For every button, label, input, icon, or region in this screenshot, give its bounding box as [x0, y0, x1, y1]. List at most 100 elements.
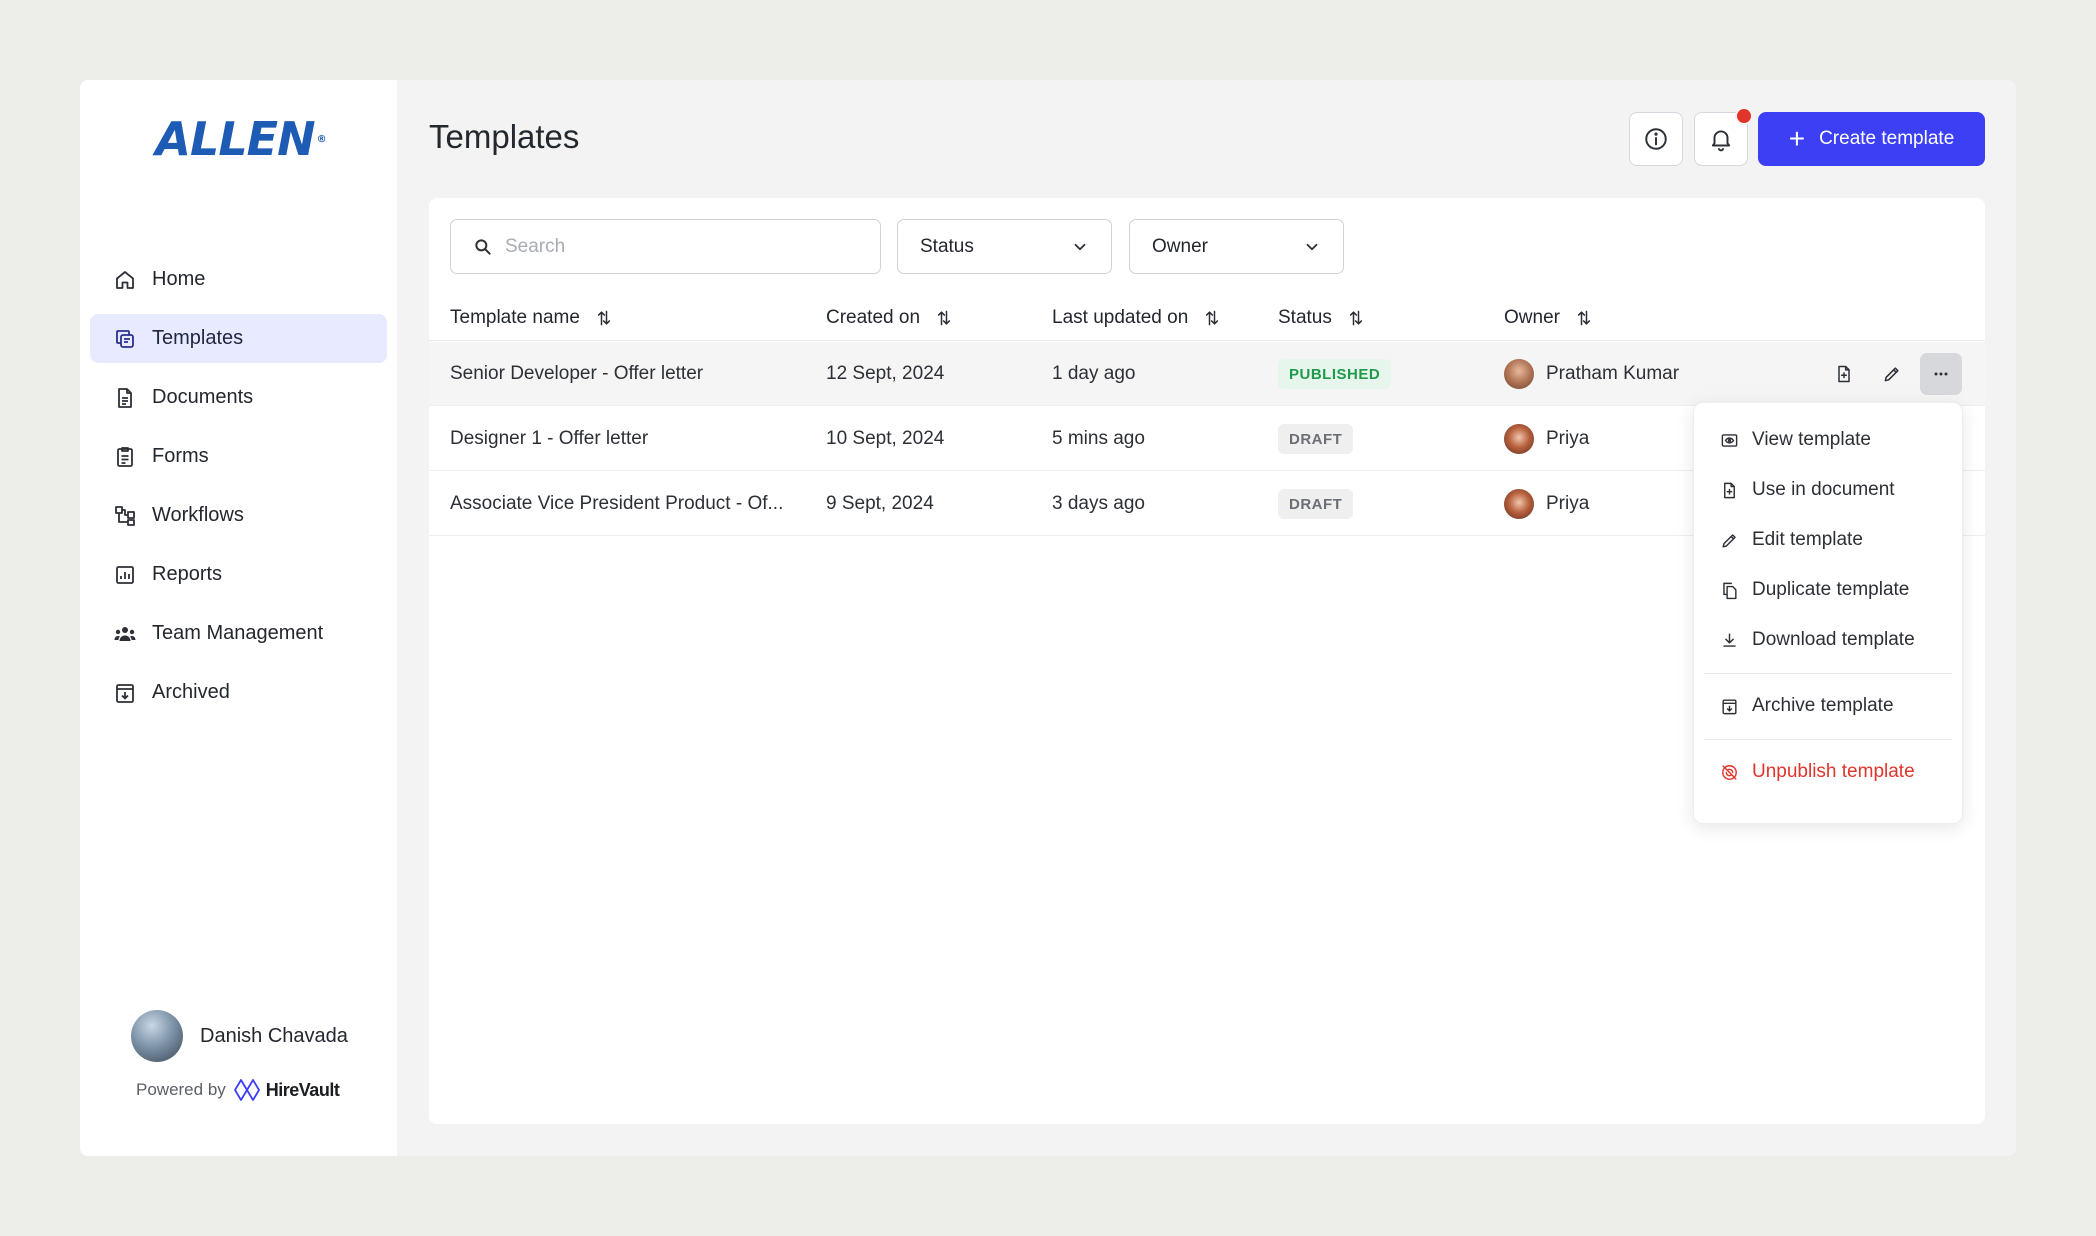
unpublish-icon [1722, 764, 1737, 780]
sidebar-item-label: Documents [152, 386, 254, 408]
plus-icon: + [1788, 123, 1806, 154]
menu-item-label: Use in document [1752, 479, 1895, 500]
created-on: 10 Sept, 2024 [826, 428, 945, 449]
column-created-on[interactable]: Created on [826, 296, 954, 340]
owner-filter[interactable]: Owner [1129, 219, 1344, 274]
template-name: Designer 1 - Offer letter [450, 428, 649, 449]
menu-item-label: Duplicate template [1752, 579, 1910, 600]
menu-item-unpublish-template[interactable]: Unpublish template [1694, 747, 1962, 797]
sidebar-item-workflows[interactable]: Workflows [90, 491, 387, 540]
owner-filter-label: Owner [1152, 235, 1208, 257]
sort-icon [1206, 310, 1219, 326]
menu-item-label: Edit template [1752, 529, 1863, 550]
search-input[interactable] [505, 235, 845, 258]
allen-logo[interactable]: ALLEN ® [155, 112, 326, 166]
user-profile[interactable]: Danish Chavada [131, 1010, 348, 1062]
created-on: 9 Sept, 2024 [826, 493, 934, 514]
last-updated: 1 day ago [1052, 363, 1136, 384]
column-label: Owner [1504, 307, 1560, 328]
column-template-name[interactable]: Template name [450, 296, 614, 340]
info-icon [1645, 128, 1667, 150]
sidebar-item-label: Team Management [152, 622, 324, 644]
info-button[interactable] [1629, 112, 1683, 166]
download-icon [1723, 632, 1736, 647]
reports-icon [112, 562, 138, 588]
last-updated: 5 mins ago [1052, 428, 1145, 449]
column-last-updated[interactable]: Last updated on [1052, 296, 1222, 340]
file-add-icon [1838, 365, 1850, 383]
archive-icon [1722, 698, 1737, 714]
status-filter-label: Status [920, 235, 974, 257]
forms-icon [112, 444, 138, 470]
sidebar-item-forms[interactable]: Forms [90, 432, 387, 481]
menu-item-label: Download template [1752, 629, 1915, 650]
menu-item-view-template[interactable]: View template [1694, 415, 1962, 465]
status-badge: PUBLISHED [1278, 359, 1392, 389]
use-in-document-button[interactable] [1823, 353, 1865, 395]
sidebar-item-templates[interactable]: Templates [90, 314, 387, 363]
avatar [1504, 489, 1534, 519]
status-badge: DRAFT [1278, 489, 1354, 519]
column-label: Last updated on [1052, 307, 1189, 328]
document-icon [112, 385, 138, 411]
avatar [131, 1010, 183, 1062]
avatar [1504, 359, 1534, 389]
file-add-icon [1724, 482, 1735, 498]
sidebar-item-label: Forms [152, 445, 209, 467]
menu-item-duplicate-template[interactable]: Duplicate template [1694, 565, 1962, 615]
menu-divider [1704, 673, 1952, 674]
owner-name: Priya [1546, 428, 1590, 449]
sidebar-item-archived[interactable]: Archived [90, 668, 387, 717]
sidebar-item-home[interactable]: Home [90, 255, 387, 304]
column-label: Created on [826, 307, 921, 328]
avatar [1504, 424, 1534, 454]
sidebar-item-label: Archived [152, 681, 230, 703]
menu-item-edit-template[interactable]: Edit template [1694, 515, 1962, 565]
last-updated: 3 days ago [1052, 493, 1145, 514]
sidebar-item-team-management[interactable]: Team Management [90, 609, 387, 658]
sidebar-item-reports[interactable]: Reports [90, 550, 387, 599]
column-owner[interactable]: Owner [1504, 296, 1594, 340]
menu-item-download-template[interactable]: Download template [1694, 615, 1962, 665]
home-icon [112, 267, 138, 293]
hirevault-logo-icon [233, 1079, 260, 1101]
user-name: Danish Chavada [200, 1024, 348, 1047]
sort-icon [1349, 310, 1363, 326]
column-label: Status [1278, 307, 1332, 328]
created-on: 12 Sept, 2024 [826, 363, 945, 384]
template-name: Senior Developer - Offer letter [450, 363, 704, 384]
menu-item-label: Archive template [1752, 695, 1894, 716]
hirevault-name: HireVault [265, 1079, 340, 1100]
create-template-label: Create template [1819, 128, 1955, 149]
page-title: Templates [429, 118, 580, 155]
pencil-icon [1884, 367, 1899, 382]
chevron-down-icon [1074, 243, 1086, 250]
logo-text: ALLEN [155, 112, 315, 166]
sidebar: ALLEN ® Home Templates Documents Forms W… [80, 80, 397, 1156]
table-header: Template name Created on Last updated on… [429, 296, 1985, 341]
bell-icon [1711, 130, 1731, 152]
notification-dot [1735, 107, 1753, 125]
row-actions-menu: View template Use in document Edit templ… [1693, 402, 1963, 824]
menu-item-use-in-document[interactable]: Use in document [1694, 465, 1962, 515]
sidebar-item-label: Home [152, 268, 206, 290]
create-template-button[interactable]: + Create template [1758, 112, 1985, 166]
sort-icon [1577, 310, 1591, 326]
owner-name: Pratham Kumar [1546, 363, 1680, 384]
notifications-button[interactable] [1694, 107, 1753, 166]
menu-divider [1704, 739, 1952, 740]
edit-button[interactable] [1871, 353, 1913, 395]
sidebar-item-label: Workflows [152, 504, 244, 526]
sidebar-nav: Home Templates Documents Forms Workflows… [90, 255, 387, 727]
table-row[interactable]: Senior Developer - Offer letter 12 Sept,… [429, 342, 1985, 406]
eye-icon [1721, 433, 1738, 447]
status-filter[interactable]: Status [897, 219, 1112, 274]
column-status[interactable]: Status [1278, 296, 1366, 340]
sidebar-item-documents[interactable]: Documents [90, 373, 387, 422]
duplicate-icon [1723, 582, 1737, 599]
search-box[interactable] [450, 219, 881, 274]
more-actions-button[interactable] [1920, 353, 1962, 395]
archive-icon [112, 680, 138, 706]
status-badge: DRAFT [1278, 424, 1354, 454]
menu-item-archive-template[interactable]: Archive template [1694, 681, 1962, 731]
